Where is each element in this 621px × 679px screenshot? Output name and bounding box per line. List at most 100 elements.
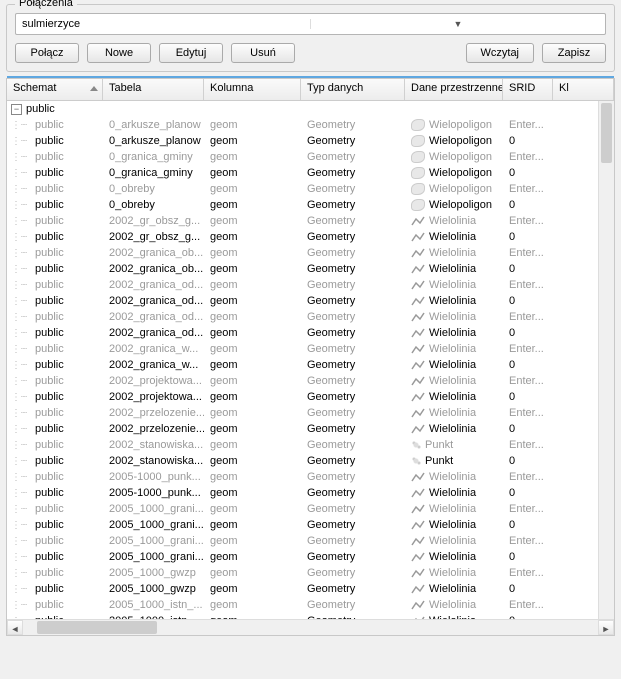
- table-row[interactable]: ⋮┈public2002_granica_w...geomGeometryWie…: [7, 341, 614, 357]
- table-row[interactable]: ⋮┈public2005_1000_grani...geomGeometryWi…: [7, 517, 614, 533]
- col-srid[interactable]: SRID: [503, 79, 553, 100]
- cell-srid[interactable]: 0: [503, 455, 553, 467]
- table-row[interactable]: ⋮┈public2005-1000_punk...geomGeometryWie…: [7, 469, 614, 485]
- cell-type: Geometry: [301, 247, 405, 259]
- table-row[interactable]: ⋮┈public0_obrebygeomGeometryWielopoligon…: [7, 181, 614, 197]
- cell-srid[interactable]: Enter...: [503, 471, 553, 483]
- table-row[interactable]: ⋮┈public2002_granica_od...geomGeometryWi…: [7, 325, 614, 341]
- edit-button[interactable]: Edytuj: [159, 43, 223, 63]
- cell-srid[interactable]: 0: [503, 135, 553, 147]
- scroll-thumb[interactable]: [601, 103, 612, 163]
- col-column[interactable]: Kolumna: [204, 79, 301, 100]
- connection-combo[interactable]: sulmierzyce ▼: [15, 13, 606, 35]
- cell-srid[interactable]: Enter...: [503, 567, 553, 579]
- cell-srid[interactable]: Enter...: [503, 503, 553, 515]
- cell-srid[interactable]: 0: [503, 391, 553, 403]
- table-row[interactable]: ⋮┈public2005_1000_istn_...geomGeometryWi…: [7, 597, 614, 613]
- cell-srid[interactable]: Enter...: [503, 311, 553, 323]
- table-row[interactable]: ⋮┈public0_obrebygeomGeometryWielopoligon…: [7, 197, 614, 213]
- table-row[interactable]: ⋮┈public2002_przelozenie...geomGeometryW…: [7, 405, 614, 421]
- cell-srid[interactable]: Enter...: [503, 439, 553, 451]
- table-row[interactable]: ⋮┈public2002_granica_w...geomGeometryWie…: [7, 357, 614, 373]
- save-button[interactable]: Zapisz: [542, 43, 606, 63]
- cell-srid[interactable]: 0: [503, 327, 553, 339]
- table-row[interactable]: ⋮┈public2002_stanowiska...geomGeometryPu…: [7, 453, 614, 469]
- cell-srid[interactable]: Enter...: [503, 279, 553, 291]
- cell-spatial: Wielolinia: [429, 375, 476, 387]
- cell-column: geom: [204, 407, 301, 419]
- cell-type: Geometry: [301, 407, 405, 419]
- table-row[interactable]: ⋮┈public2002_granica_od...geomGeometryWi…: [7, 277, 614, 293]
- table-row[interactable]: ⋮┈public0_granica_gminygeomGeometryWielo…: [7, 149, 614, 165]
- cell-column: geom: [204, 199, 301, 211]
- vertical-scrollbar[interactable]: [598, 101, 614, 619]
- cell-srid[interactable]: 0: [503, 423, 553, 435]
- cell-srid[interactable]: Enter...: [503, 151, 553, 163]
- collapse-icon[interactable]: −: [11, 104, 22, 115]
- cell-srid[interactable]: 0: [503, 519, 553, 531]
- table-row[interactable]: ⋮┈public2002_gr_obsz_g...geomGeometryWie…: [7, 213, 614, 229]
- cell-srid[interactable]: Enter...: [503, 119, 553, 131]
- table-row[interactable]: ⋮┈public2002_przelozenie...geomGeometryW…: [7, 421, 614, 437]
- cell-srid[interactable]: 0: [503, 551, 553, 563]
- cell-table: 2005_1000_gwzp: [103, 567, 204, 579]
- cell-spatial: Wielolinia: [429, 263, 476, 275]
- connect-button[interactable]: Połącz: [15, 43, 79, 63]
- cell-srid[interactable]: Enter...: [503, 247, 553, 259]
- scroll-right-icon[interactable]: ►: [598, 620, 614, 635]
- load-button[interactable]: Wczytaj: [466, 43, 535, 63]
- table-row[interactable]: ⋮┈public2002_granica_ob...geomGeometryWi…: [7, 261, 614, 277]
- table-row[interactable]: ⋮┈public2002_projektowa...geomGeometryWi…: [7, 389, 614, 405]
- table-row[interactable]: ⋮┈public2005-1000_punk...geomGeometryWie…: [7, 485, 614, 501]
- grid-body[interactable]: − public ⋮┈public0_arkusze_planowgeomGeo…: [7, 101, 614, 619]
- cell-srid[interactable]: Enter...: [503, 215, 553, 227]
- cell-spatial: Wielolinia: [429, 343, 476, 355]
- table-row[interactable]: ⋮┈public2005_1000_grani...geomGeometryWi…: [7, 501, 614, 517]
- cell-srid[interactable]: Enter...: [503, 375, 553, 387]
- col-schema[interactable]: Schemat: [7, 79, 103, 100]
- cell-srid[interactable]: Enter...: [503, 599, 553, 611]
- cell-srid[interactable]: 0: [503, 263, 553, 275]
- cell-srid[interactable]: Enter...: [503, 343, 553, 355]
- cell-srid[interactable]: 0: [503, 359, 553, 371]
- table-row[interactable]: ⋮┈public2002_granica_od...geomGeometryWi…: [7, 309, 614, 325]
- horizontal-scrollbar[interactable]: ◄ ►: [7, 619, 614, 635]
- cell-srid[interactable]: 0: [503, 199, 553, 211]
- table-row[interactable]: ⋮┈public2005_1000_gwzpgeomGeometryWielol…: [7, 565, 614, 581]
- table-row[interactable]: ⋮┈public2002_projektowa...geomGeometryWi…: [7, 373, 614, 389]
- cell-srid[interactable]: 0: [503, 231, 553, 243]
- cell-srid[interactable]: 0: [503, 615, 553, 619]
- line-icon: [411, 391, 425, 403]
- cell-srid[interactable]: 0: [503, 295, 553, 307]
- table-row[interactable]: ⋮┈public2005_1000_grani...geomGeometryWi…: [7, 533, 614, 549]
- cell-srid[interactable]: 0: [503, 583, 553, 595]
- col-kl[interactable]: Kl: [553, 79, 614, 100]
- cell-srid[interactable]: Enter...: [503, 407, 553, 419]
- cell-srid[interactable]: 0: [503, 487, 553, 499]
- table-row[interactable]: ⋮┈public0_arkusze_planowgeomGeometryWiel…: [7, 133, 614, 149]
- cell-schema: public: [35, 599, 64, 611]
- table-row[interactable]: ⋮┈public2002_gr_obsz_g...geomGeometryWie…: [7, 229, 614, 245]
- cell-table: 0_obreby: [103, 199, 204, 211]
- col-spatial[interactable]: Dane przestrzenne: [405, 79, 503, 100]
- col-table[interactable]: Tabela: [103, 79, 204, 100]
- scroll-left-icon[interactable]: ◄: [7, 620, 23, 635]
- table-row[interactable]: ⋮┈public2002_granica_ob...geomGeometryWi…: [7, 245, 614, 261]
- cell-spatial: Wielolinia: [429, 311, 476, 323]
- table-row[interactable]: ⋮┈public2005_1000_istn_...geomGeometryWi…: [7, 613, 614, 619]
- tree-root[interactable]: − public: [7, 101, 614, 117]
- col-type[interactable]: Typ danych: [301, 79, 405, 100]
- table-row[interactable]: ⋮┈public2002_granica_od...geomGeometryWi…: [7, 293, 614, 309]
- table-row[interactable]: ⋮┈public2002_stanowiska...geomGeometryPu…: [7, 437, 614, 453]
- delete-button[interactable]: Usuń: [231, 43, 295, 63]
- table-row[interactable]: ⋮┈public0_arkusze_planowgeomGeometryWiel…: [7, 117, 614, 133]
- new-button[interactable]: Nowe: [87, 43, 151, 63]
- cell-srid[interactable]: 0: [503, 167, 553, 179]
- table-row[interactable]: ⋮┈public0_granica_gminygeomGeometryWielo…: [7, 165, 614, 181]
- cell-srid[interactable]: Enter...: [503, 183, 553, 195]
- scroll-thumb[interactable]: [37, 621, 157, 634]
- line-icon: [411, 407, 425, 419]
- cell-srid[interactable]: Enter...: [503, 535, 553, 547]
- table-row[interactable]: ⋮┈public2005_1000_grani...geomGeometryWi…: [7, 549, 614, 565]
- table-row[interactable]: ⋮┈public2005_1000_gwzpgeomGeometryWielol…: [7, 581, 614, 597]
